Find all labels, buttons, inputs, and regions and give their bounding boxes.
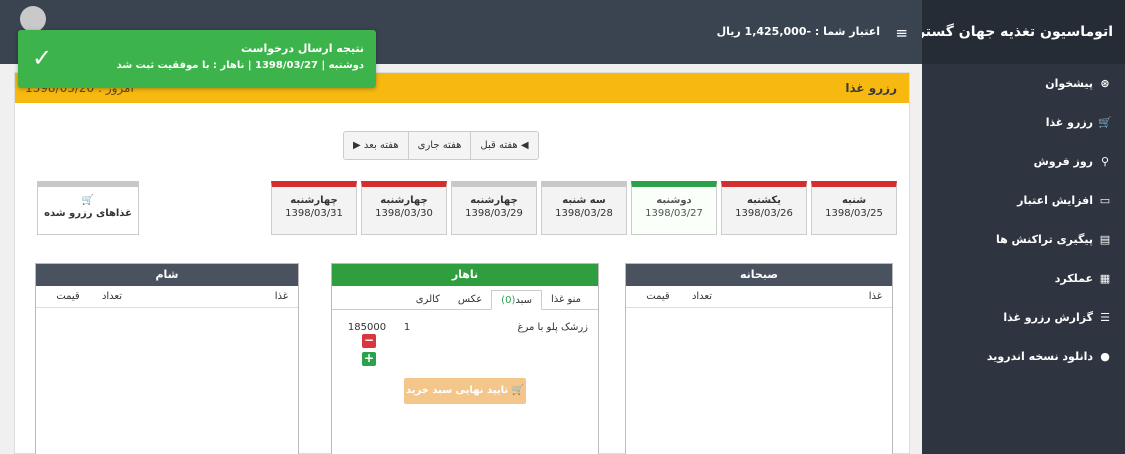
week-navigation: ◀ هفته قبل هفته جاری هفته بعد ▶ xyxy=(343,131,539,160)
sidebar-item-dashboard[interactable]: ⊛ پیشخوان xyxy=(922,64,1125,103)
sidebar-item-sales-day[interactable]: ⚲ روز فروش xyxy=(922,142,1125,181)
order-food-name: زرشک پلو با مرغ xyxy=(517,322,588,333)
file-icon: ▤ xyxy=(1099,233,1111,246)
column-food: غذا xyxy=(274,291,288,302)
day-name: شنبه xyxy=(841,195,867,206)
sidebar-item-label: افزایش اعتبار xyxy=(1017,194,1093,207)
column-qty: تعداد xyxy=(691,291,713,302)
lunch-box: ناهار منو غذا سبد(0) عکس کالری زرشک پلو … xyxy=(331,263,599,454)
reserve-panel: رزرو غذا امروز : 1398/03/20 ◀ هفته قبل ه… xyxy=(14,72,910,454)
day-date: 1398/03/26 xyxy=(735,208,793,219)
tab-menu[interactable]: منو غذا xyxy=(542,290,590,309)
sidebar-item-transactions[interactable]: ▤ پیگیری تراکنش ها xyxy=(922,220,1125,259)
sidebar-item-report[interactable]: ☰ گزارش رزرو غذا xyxy=(922,298,1125,337)
menu-icon[interactable]: ≡ xyxy=(895,24,908,42)
lunch-tabs: منو غذا سبد(0) عکس کالری xyxy=(332,286,598,310)
dinner-title: شام xyxy=(36,264,298,286)
cart-icon: 🛒 xyxy=(81,195,95,206)
success-toast[interactable]: ✓ نتیجه ارسال درخواست دوشنبه | 1398/03/2… xyxy=(18,30,376,88)
person-icon: ⚲ xyxy=(1100,155,1110,168)
increase-button[interactable]: + xyxy=(362,352,376,366)
sidebar-item-label: رزرو غذا xyxy=(1045,116,1093,129)
sidebar-item-label: روز فروش xyxy=(1033,155,1093,168)
sidebar-item-label: گزارش رزرو غذا xyxy=(1003,311,1093,324)
sidebar-item-android[interactable]: ● دانلود نسخه اندروید xyxy=(922,337,1125,376)
day-date: 1398/03/30 xyxy=(375,208,433,219)
reserved-label: غذاهای رزرو شده xyxy=(44,208,132,219)
avatar[interactable] xyxy=(20,6,46,32)
basket-count: (0) xyxy=(501,295,516,306)
day-date: 1398/03/27 xyxy=(645,208,703,219)
cart-icon: 🛒 xyxy=(1098,116,1112,129)
breakfast-columns: غذا تعداد قیمت xyxy=(626,286,892,308)
sidebar-item-label: پیگیری تراکنش ها xyxy=(995,233,1093,246)
day-date: 1398/03/31 xyxy=(285,208,343,219)
day-tab[interactable]: چهارشنبه 1398/03/30 xyxy=(361,181,447,235)
order-qty: 1 xyxy=(403,322,411,333)
reserved-foods-tab[interactable]: 🛒 غذاهای رزرو شده xyxy=(37,181,139,235)
tab-basket-label: سبد xyxy=(515,295,533,306)
sidebar-item-label: عملکرد xyxy=(1054,272,1093,285)
day-name: چهارشنبه xyxy=(290,195,338,206)
list-icon: ☰ xyxy=(1100,311,1110,324)
table-icon: ▦ xyxy=(1099,272,1111,285)
tab-basket[interactable]: سبد(0) xyxy=(491,290,543,310)
basket-row: زرشک پلو با مرغ 1 185000 xyxy=(332,310,598,333)
day-name: سه شنبه xyxy=(562,195,606,206)
check-icon: ✓ xyxy=(32,44,53,72)
breakfast-box: صبحانه غذا تعداد قیمت xyxy=(625,263,893,454)
toast-title: نتیجه ارسال درخواست xyxy=(241,42,364,55)
column-qty: تعداد xyxy=(101,291,123,302)
day-name: دوشنبه xyxy=(656,195,692,206)
column-price: قیمت xyxy=(56,291,80,302)
breakfast-title: صبحانه xyxy=(626,264,892,286)
column-price: قیمت xyxy=(646,291,670,302)
sidebar-item-label: پیشخوان xyxy=(1045,77,1093,90)
dinner-box: شام غذا تعداد قیمت xyxy=(35,263,299,454)
day-name: چهارشنبه xyxy=(470,195,518,206)
day-date: 1398/03/28 xyxy=(555,208,613,219)
day-tab[interactable]: یکشنبه 1398/03/26 xyxy=(721,181,807,235)
sidebar: اتوماسیون تغذیه جهان گستر ⊛ پیشخوان 🛒 رزرو… xyxy=(917,0,1125,454)
tab-photo[interactable]: عکس xyxy=(449,290,491,309)
day-date: 1398/03/29 xyxy=(465,208,523,219)
day-tab[interactable]: شنبه 1398/03/25 xyxy=(811,181,897,235)
brand-title: اتوماسیون تغذیه جهان گستر xyxy=(917,0,1125,64)
day-name: چهارشنبه xyxy=(380,195,428,206)
main-content: رزرو غذا امروز : 1398/03/20 ◀ هفته قبل ه… xyxy=(0,64,922,454)
page-title: رزرو غذا xyxy=(845,81,897,95)
android-icon: ● xyxy=(1100,350,1110,363)
next-week-button[interactable]: هفته بعد ▶ xyxy=(344,132,408,159)
day-tab[interactable]: چهارشنبه 1398/03/29 xyxy=(451,181,537,235)
confirm-basket-button[interactable]: 🛒 تایید نهایی سبد خرید xyxy=(404,378,526,404)
day-tabs: شنبه 1398/03/25 یکشنبه 1398/03/26 دوشنبه 13… xyxy=(267,181,897,235)
day-tab[interactable]: سه شنبه 1398/03/28 xyxy=(541,181,627,235)
order-price: 185000 xyxy=(347,322,387,333)
sidebar-item-reserve-food[interactable]: 🛒 رزرو غذا xyxy=(922,103,1125,142)
sidebar-item-performance[interactable]: ▦ عملکرد xyxy=(922,259,1125,298)
decrease-button[interactable]: − xyxy=(362,334,376,348)
prev-week-button[interactable]: ◀ هفته قبل xyxy=(470,132,538,159)
dashboard-icon: ⊛ xyxy=(1100,77,1110,90)
dinner-columns: غذا تعداد قیمت xyxy=(36,286,298,308)
sidebar-item-increase-credit[interactable]: ▭ افزایش اعتبار xyxy=(922,181,1125,220)
tab-calorie[interactable]: کالری xyxy=(407,290,449,309)
day-tab[interactable]: چهارشنبه 1398/03/31 xyxy=(271,181,357,235)
day-date: 1398/03/25 xyxy=(825,208,883,219)
day-name: یکشنبه xyxy=(747,195,781,206)
card-icon: ▭ xyxy=(1099,194,1111,207)
column-food: غذا xyxy=(868,291,882,302)
current-week-button[interactable]: هفته جاری xyxy=(407,132,471,159)
sidebar-item-label: دانلود نسخه اندروید xyxy=(986,350,1093,363)
lunch-title: ناهار xyxy=(332,264,598,286)
credit-balance: اعتبار شما : -1,425,000 ریال xyxy=(716,25,880,38)
toast-message: دوشنبه | 1398/03/27 | ناهار : با موفقیت … xyxy=(116,60,364,71)
day-tab-selected[interactable]: دوشنبه 1398/03/27 xyxy=(631,181,717,235)
